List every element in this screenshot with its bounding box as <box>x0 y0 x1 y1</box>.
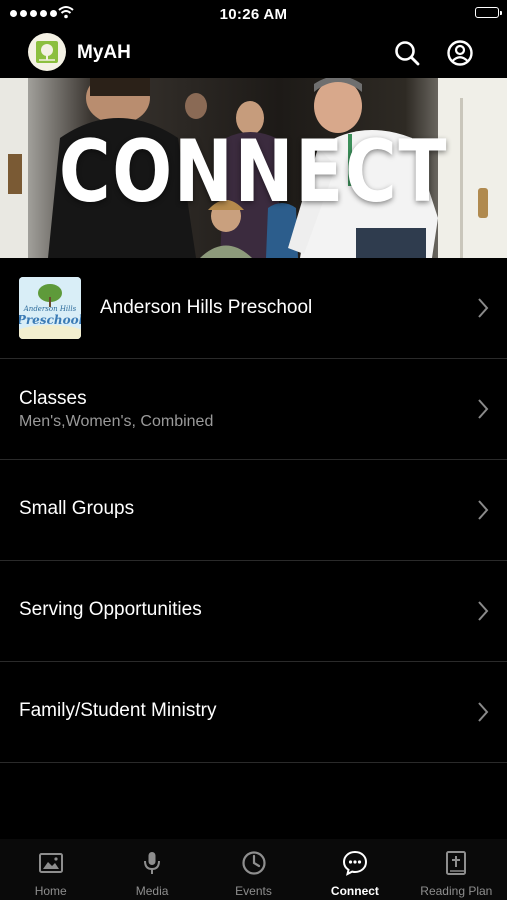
status-bar: 10:26 AM <box>0 0 507 28</box>
chevron-right-icon <box>478 399 489 419</box>
clock-icon <box>241 851 266 875</box>
hero-title: CONNECT <box>58 122 449 222</box>
list-item-label: Serving Opportunities <box>19 599 202 620</box>
list-item-label: Small Groups <box>19 498 135 519</box>
tab-label: Media <box>135 884 169 898</box>
search-button[interactable] <box>392 38 422 68</box>
tab-events[interactable]: Events <box>203 839 304 900</box>
chevron-right-icon <box>478 601 489 621</box>
chevron-right-icon <box>478 298 489 318</box>
list-item-classes[interactable]: Classes Men's,Women's, Combined <box>0 359 507 460</box>
tab-label: Reading Plan <box>420 884 493 898</box>
battery-icon <box>475 7 502 18</box>
tab-label: Home <box>34 884 67 898</box>
tab-label: Connect <box>330 884 379 898</box>
chevron-right-icon <box>478 702 489 722</box>
tree-logo-icon[interactable] <box>28 33 66 71</box>
tab-reading-plan[interactable]: Reading Plan <box>406 839 507 900</box>
tab-home[interactable]: Home <box>0 839 101 900</box>
tab-connect[interactable]: Connect <box>304 839 405 900</box>
list-item-serving-opportunities[interactable]: Serving Opportunities <box>0 561 507 662</box>
svg-text:Anderson Hills: Anderson Hills <box>23 305 77 313</box>
status-time: 10:26 AM <box>219 6 288 23</box>
list-item-small-groups[interactable]: Small Groups <box>0 460 507 561</box>
chat-bubble-icon <box>342 850 367 876</box>
list-item-label: Family/Student Ministry <box>19 700 217 721</box>
microphone-icon <box>144 852 161 874</box>
account-circle-icon <box>447 40 473 66</box>
preschool-logo: Anderson Hills Preschool <box>19 277 81 339</box>
list-item-family-student-ministry[interactable]: Family/Student Ministry <box>0 662 507 763</box>
bible-icon <box>446 851 467 875</box>
list-item-label: Anderson Hills Preschool <box>100 297 313 318</box>
svg-text:Preschool: Preschool <box>19 313 81 327</box>
list-item-label: Classes <box>19 388 87 409</box>
list-item-preschool[interactable]: Anderson Hills Preschool Anderson Hills … <box>0 258 507 359</box>
hero-banner: CONNECT <box>0 78 507 258</box>
image-icon <box>38 853 63 873</box>
tab-media[interactable]: Media <box>101 839 202 900</box>
app-title: MyAH <box>77 42 131 63</box>
account-button[interactable] <box>445 38 475 68</box>
list-item-subtitle: Men's,Women's, Combined <box>19 413 214 430</box>
chevron-right-icon <box>478 500 489 520</box>
tab-label: Events <box>235 884 272 898</box>
search-icon <box>395 41 420 66</box>
tab-bar: Home Media Events Connect Reading Plan <box>0 839 507 900</box>
nav-bar: MyAH <box>0 28 507 78</box>
connect-list: Anderson Hills Preschool Anderson Hills … <box>0 258 507 763</box>
